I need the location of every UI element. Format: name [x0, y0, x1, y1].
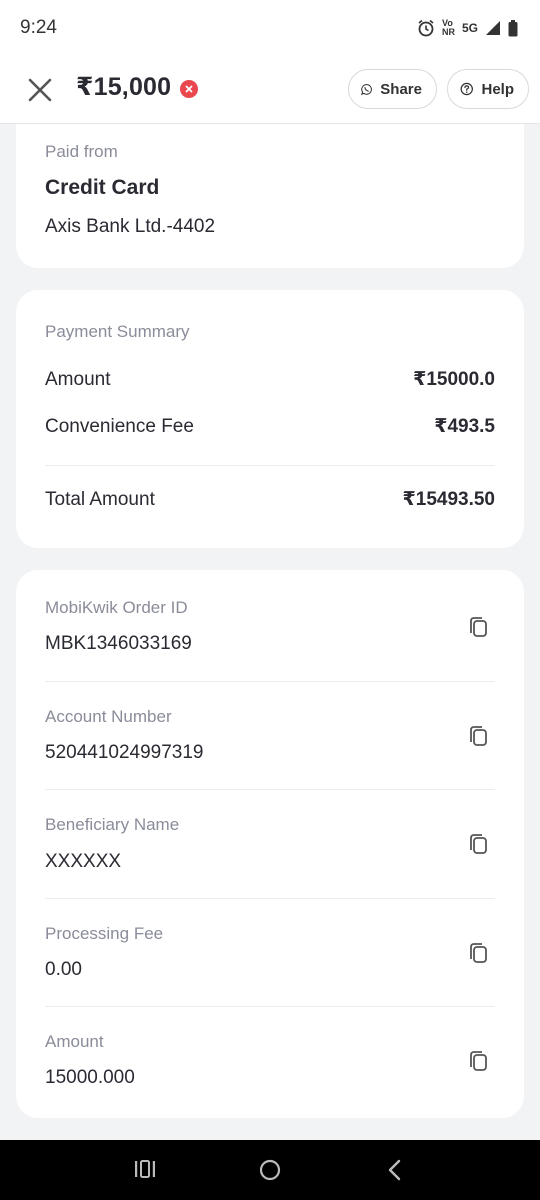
divider — [45, 898, 495, 899]
detail-value: 15000.000 — [45, 1067, 135, 1088]
share-button-label: Share — [380, 80, 422, 98]
close-icon[interactable] — [26, 76, 54, 104]
status-bar: 9:24 Vo NR 5G — [0, 0, 540, 56]
status-time: 9:24 — [20, 17, 57, 38]
signal-icon — [486, 21, 500, 35]
network-type: 5G — [461, 21, 478, 35]
transaction-details-card: MobiKwik Order ID MBK1346033169 Account … — [16, 570, 524, 1118]
help-button-label: Help — [481, 80, 514, 98]
copy-icon[interactable] — [468, 942, 490, 966]
divider — [45, 465, 495, 466]
paid-from-card: Paid from Credit Card Axis Bank Ltd.-440… — [16, 104, 524, 268]
payment-summary-card: Payment Summary Amount ₹15000.0 Convenie… — [16, 290, 524, 548]
alarm-icon — [418, 19, 434, 37]
battery-icon — [508, 19, 518, 36]
copy-icon[interactable] — [468, 725, 490, 749]
payment-method: Credit Card — [45, 176, 160, 199]
app-header: ₹15,000 Share Help — [0, 56, 540, 124]
summary-row-value: ₹15000.0 — [413, 369, 495, 390]
help-button[interactable]: Help — [447, 69, 529, 109]
system-nav-bar — [0, 1140, 540, 1200]
copy-icon[interactable] — [468, 833, 490, 857]
detail-label: Beneficiary Name — [45, 815, 180, 834]
transaction-amount: ₹15,000 — [76, 73, 172, 101]
detail-label: Account Number — [45, 707, 172, 726]
recent-apps-icon[interactable] — [134, 1158, 156, 1180]
detail-label: MobiKwik Order ID — [45, 598, 188, 617]
detail-value: 520441024997319 — [45, 742, 204, 763]
divider — [45, 681, 495, 682]
help-icon — [460, 82, 473, 96]
volte-indicator: Vo NR — [441, 18, 455, 37]
summary-row-label: Convenience Fee — [45, 416, 194, 437]
summary-row-value: ₹493.5 — [434, 416, 495, 437]
failed-status-icon — [180, 80, 198, 98]
payment-summary-title: Payment Summary — [45, 322, 190, 341]
copy-icon[interactable] — [468, 1050, 490, 1074]
detail-value: MBK1346033169 — [45, 633, 192, 654]
detail-value: XXXXXX — [45, 851, 122, 872]
whatsapp-icon — [361, 83, 372, 95]
status-icons: Vo NR 5G — [417, 19, 518, 37]
copy-icon[interactable] — [468, 616, 490, 640]
share-button[interactable]: Share — [348, 69, 437, 109]
detail-label: Processing Fee — [45, 924, 164, 943]
back-icon[interactable] — [385, 1158, 405, 1182]
summary-row-label: Amount — [45, 369, 111, 390]
detail-value: 0.00 — [45, 959, 82, 980]
total-amount-value: ₹15493.50 — [402, 489, 495, 510]
payment-account: Axis Bank Ltd.-4402 — [45, 216, 216, 237]
divider — [45, 1006, 495, 1007]
total-amount-label: Total Amount — [45, 489, 155, 510]
divider — [45, 789, 495, 790]
paid-from-label: Paid from — [45, 142, 118, 161]
home-icon[interactable] — [258, 1158, 282, 1182]
detail-label: Amount — [45, 1032, 104, 1051]
